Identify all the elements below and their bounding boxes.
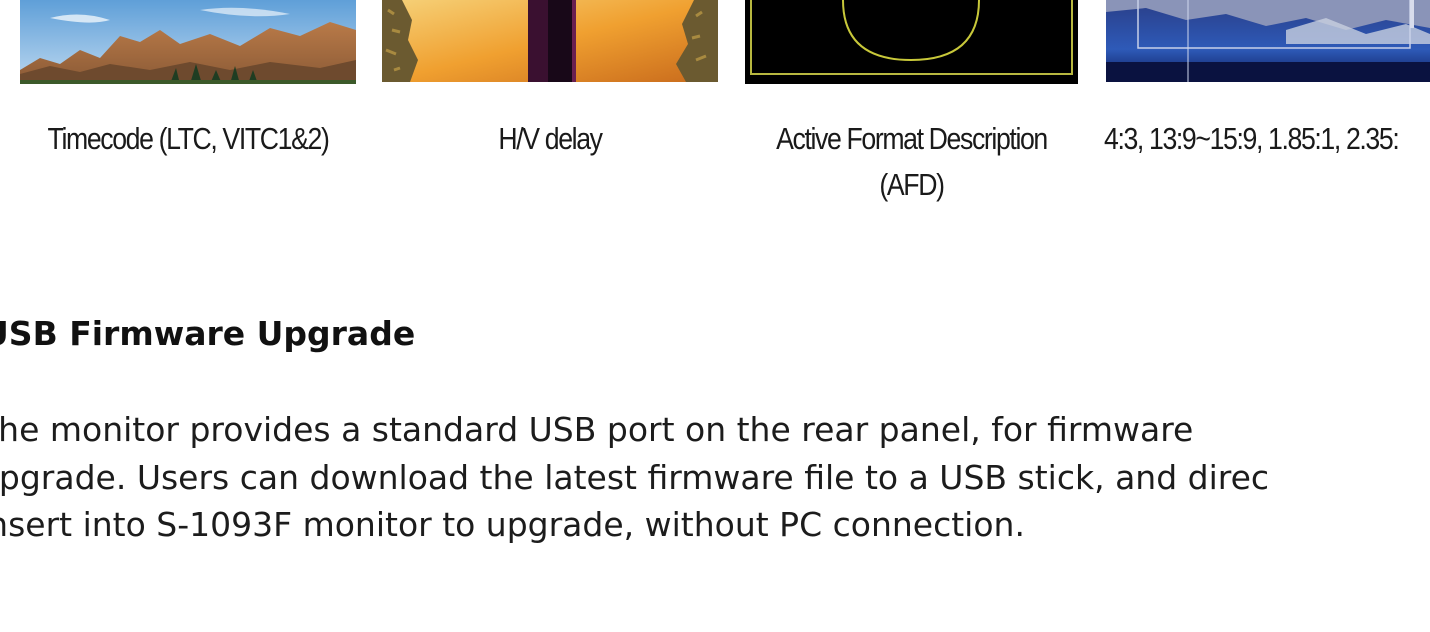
aspect-marker-lake-thumbnail — [1106, 0, 1430, 82]
afd-marker-thumbnail — [745, 0, 1078, 84]
aspect-ratio-caption: 4:3, 13:9~15:9, 1.85:1, 2.35: — [1104, 121, 1400, 156]
description-line-1: The monitor provides a standard USB port… — [0, 410, 1194, 449]
afd-caption-line2: (AFD) — [879, 167, 945, 202]
usb-firmware-description: The monitor provides a standard USB port… — [0, 406, 1269, 549]
mountain-landscape-thumbnail — [20, 0, 356, 84]
usb-firmware-upgrade-heading: USB Firmware Upgrade — [0, 314, 416, 353]
feature-gallery: Timecode (LTC, VITC1&2) H/V delay Active… — [0, 0, 1430, 220]
timecode-caption: Timecode (LTC, VITC1&2) — [47, 121, 330, 156]
description-line-3: insert into S-1093F monitor to upgrade, … — [0, 505, 1025, 544]
description-line-2: upgrade. Users can download the latest f… — [0, 457, 1270, 497]
hv-delay-sunset-thumbnail — [382, 0, 718, 82]
hv-delay-caption: H/V delay — [498, 121, 603, 156]
afd-caption-line1: Active Format Description — [776, 121, 1048, 156]
